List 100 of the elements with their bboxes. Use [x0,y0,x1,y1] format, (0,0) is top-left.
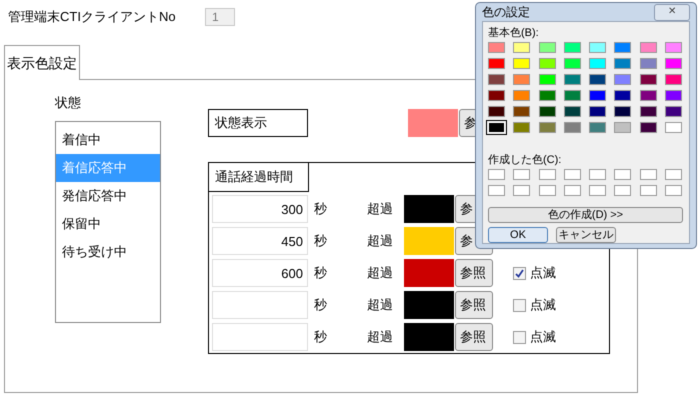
color-cell[interactable] [564,122,581,133]
define-colors-button[interactable]: 色の作成(D) >> [488,207,683,223]
color-cell[interactable] [664,42,682,53]
color-cell[interactable] [488,74,505,85]
color-cell[interactable] [640,42,656,53]
color-cell[interactable] [664,58,682,69]
color-cell[interactable] [488,58,505,69]
color-cell[interactable] [589,74,606,85]
color-cell[interactable] [513,90,530,101]
color-cell[interactable] [513,106,530,117]
ok-button[interactable]: OK [488,227,548,243]
unit-label: 秒 [314,233,327,248]
unit-label: 秒 [314,265,327,280]
browse-button[interactable]: 参照 [455,291,493,319]
color-cell[interactable] [538,74,556,85]
color-cell[interactable] [564,90,581,101]
color-cell[interactable] [614,42,632,53]
basic-colors-label: 基本色(B): [488,27,539,39]
color-cell[interactable] [488,90,505,101]
color-cell[interactable] [664,122,682,133]
color-cell[interactable] [513,122,530,133]
list-item[interactable]: 保留中 [56,210,160,238]
empty-color-cell[interactable] [564,169,581,180]
empty-color-cell[interactable] [664,169,682,180]
seconds-field[interactable] [212,291,308,319]
color-cell[interactable] [664,106,682,117]
empty-color-cell[interactable] [664,185,682,196]
seconds-field[interactable]: 450 [212,227,308,255]
blink-label: 点滅 [530,264,556,282]
color-cell[interactable] [640,90,656,101]
color-cell[interactable] [614,122,632,133]
empty-color-cell[interactable] [538,169,556,180]
list-item[interactable]: 発信応答中 [56,182,160,210]
color-cell[interactable] [664,74,682,85]
state-display-label: 状態表示 [208,109,308,137]
browse-button[interactable]: 参照 [455,259,493,287]
seconds-field[interactable]: 600 [212,259,308,287]
empty-color-cell[interactable] [614,169,632,180]
color-cell[interactable] [589,58,606,69]
elapsed-time-label: 通話経過時間 [209,163,309,192]
empty-color-cell[interactable] [640,169,656,180]
color-cell[interactable] [538,42,556,53]
color-cell[interactable] [564,106,581,117]
exceed-label: 超過 [367,297,393,312]
checkbox[interactable] [513,298,526,312]
empty-color-cell[interactable] [589,169,606,180]
color-cell[interactable] [513,74,530,85]
empty-color-cell[interactable] [513,185,530,196]
color-cell[interactable] [538,106,556,117]
state-label: 状態 [55,94,82,111]
unit-label: 秒 [314,297,327,312]
color-cell[interactable] [640,74,656,85]
color-cell[interactable] [589,122,606,133]
color-cell[interactable] [614,106,632,117]
color-cell[interactable] [488,42,505,53]
color-cell[interactable] [538,58,556,69]
client-no-field[interactable]: 1 [205,8,235,26]
empty-color-cell[interactable] [589,185,606,196]
color-cell[interactable] [589,106,606,117]
empty-color-cell[interactable] [488,185,505,196]
color-cell[interactable] [564,74,581,85]
color-cell[interactable] [664,90,682,101]
color-cell[interactable] [513,58,530,69]
list-item[interactable]: 着信中 [56,126,160,154]
color-cell[interactable] [513,42,530,53]
browse-button[interactable]: 参照 [455,323,493,351]
color-cell[interactable] [564,42,581,53]
cancel-button[interactable]: キャンセル [556,227,616,243]
color-cell[interactable] [614,74,632,85]
dialog-title: 色の設定 [482,4,530,21]
checkbox[interactable] [513,330,526,344]
exceed-label: 超過 [367,265,393,280]
color-cell[interactable] [640,122,656,133]
tab[interactable]: 表示色設定 [4,45,80,80]
exceed-label: 超過 [367,233,393,248]
seconds-field[interactable]: 300 [212,195,308,223]
blink-label: 点滅 [530,328,556,346]
empty-color-cell[interactable] [488,169,505,180]
empty-color-cell[interactable] [640,185,656,196]
custom-colors-label: 作成した色(C): [488,154,562,166]
client-no-label: 管理端末CTIクライアントNo [8,8,177,26]
color-cell[interactable] [640,58,656,69]
blink-label: 点滅 [530,296,556,314]
color-cell[interactable] [564,58,581,69]
color-cell[interactable] [589,90,606,101]
color-cell[interactable] [614,90,632,101]
checkbox[interactable] [513,266,526,280]
close-button[interactable]: ✕ [654,4,690,20]
color-cell[interactable] [488,106,505,117]
empty-color-cell[interactable] [564,185,581,196]
seconds-field[interactable] [212,323,308,351]
empty-color-cell[interactable] [538,185,556,196]
color-cell[interactable] [614,58,632,69]
color-cell[interactable] [589,42,606,53]
list-item[interactable]: 待ち受け中 [56,238,160,266]
empty-color-cell[interactable] [513,169,530,180]
color-cell[interactable] [538,90,556,101]
color-cell[interactable] [538,122,556,133]
empty-color-cell[interactable] [614,185,632,196]
color-cell[interactable] [640,106,656,117]
